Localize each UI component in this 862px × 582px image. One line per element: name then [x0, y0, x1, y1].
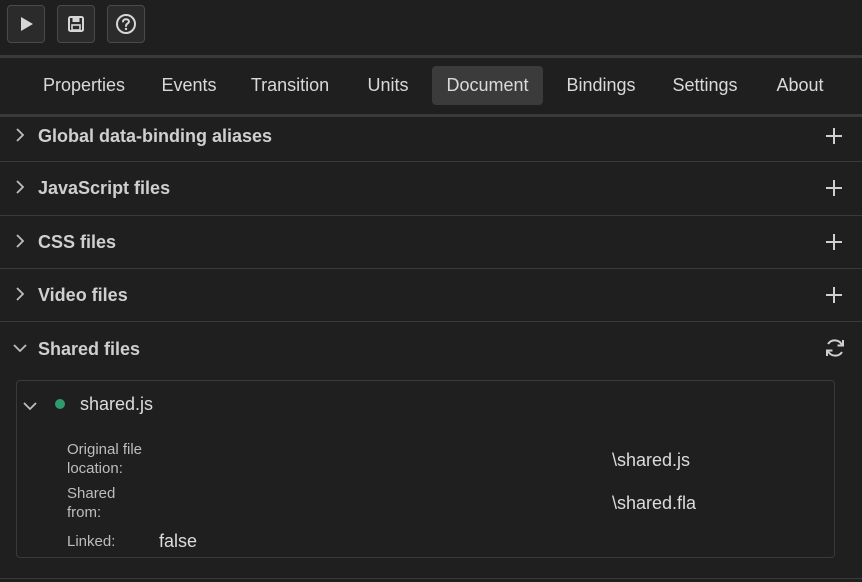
section-title: JavaScript files [38, 178, 171, 198]
tab-events[interactable]: Events [150, 66, 228, 105]
tab-transition[interactable]: Transition [240, 66, 340, 105]
shared-file-card: shared.js Original file location: \share… [16, 380, 835, 558]
section-global-data-binding-aliases[interactable]: Global data-binding aliases [0, 117, 862, 162]
section-title: Shared files [38, 339, 141, 359]
help-button[interactable] [107, 5, 145, 43]
linked-label: Linked: [67, 533, 116, 550]
section-title: CSS files [38, 232, 117, 252]
section-javascript-files[interactable]: JavaScript files [0, 162, 862, 216]
save-button[interactable] [57, 5, 95, 43]
help-icon [116, 14, 136, 34]
chevron-right-icon [16, 287, 25, 301]
chevron-right-icon [16, 180, 25, 194]
save-icon [68, 16, 84, 32]
plus-icon[interactable] [825, 233, 843, 251]
chevron-down-icon [13, 344, 27, 353]
tab-bindings[interactable]: Bindings [555, 66, 647, 105]
shared-file-name: shared.js [80, 394, 154, 414]
tab-about[interactable]: About [763, 66, 837, 105]
tab-settings[interactable]: Settings [661, 66, 749, 105]
tab-document[interactable]: Document [432, 66, 543, 105]
plus-icon[interactable] [825, 286, 843, 304]
section-title: Video files [38, 285, 128, 305]
status-dot-icon [55, 399, 65, 409]
chevron-right-icon [16, 234, 25, 248]
play-button[interactable] [7, 5, 45, 43]
toolbar [0, 0, 862, 54]
section-css-files[interactable]: CSS files [0, 216, 862, 269]
section-shared-files[interactable]: Shared files [0, 322, 862, 378]
tab-bar: Properties Events Transition Units Docum… [0, 58, 862, 114]
bottom-divider [0, 578, 862, 579]
original-file-location-value: \shared.js [612, 450, 691, 470]
chevron-right-icon [16, 128, 25, 142]
shared-from-label: Shared from: [67, 485, 116, 521]
play-icon [21, 17, 33, 31]
plus-icon[interactable] [825, 127, 843, 145]
chevron-down-icon[interactable] [22, 398, 38, 414]
refresh-icon[interactable] [823, 336, 847, 360]
shared-from-value: \shared.fla [612, 493, 697, 513]
plus-icon[interactable] [825, 179, 843, 197]
linked-value: false [159, 531, 198, 551]
tab-properties[interactable]: Properties [32, 66, 136, 105]
tab-units[interactable]: Units [356, 66, 420, 105]
section-video-files[interactable]: Video files [0, 269, 862, 322]
section-title: Global data-binding aliases [38, 126, 273, 146]
original-file-location-label: Original file location: [67, 441, 143, 477]
